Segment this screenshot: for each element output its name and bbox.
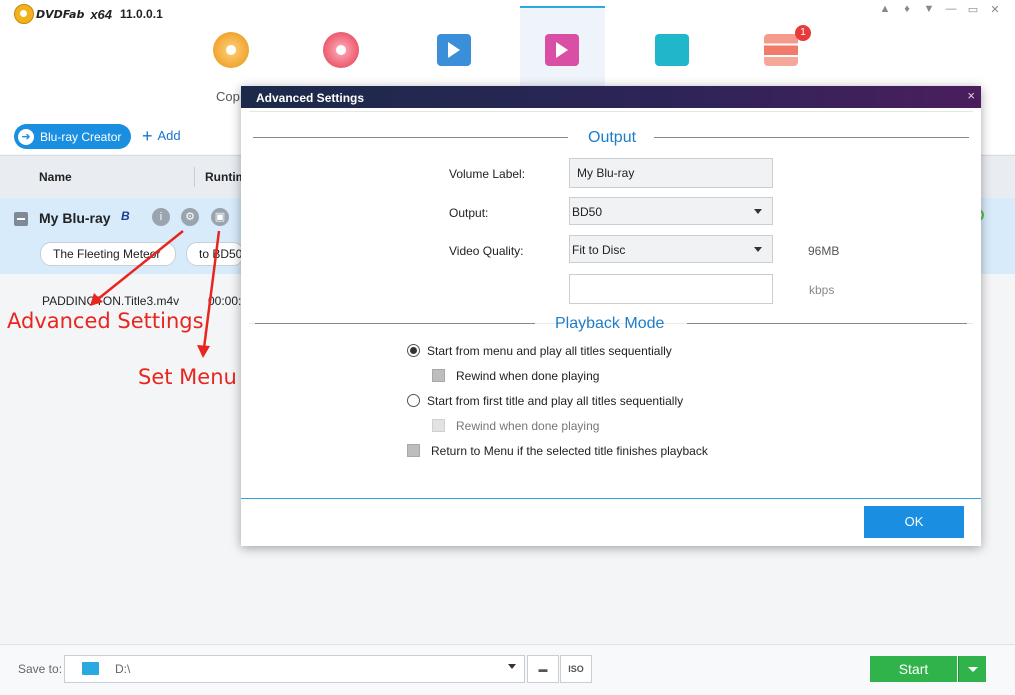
folder-icon bbox=[82, 662, 99, 675]
open-folder-icon: ▬ bbox=[538, 664, 548, 674]
radio-start-from-menu[interactable] bbox=[407, 344, 420, 357]
advanced-settings-dialog: Advanced Settings × Output Volume Label:… bbox=[241, 86, 981, 546]
bitrate-unit: kbps bbox=[809, 283, 835, 297]
checkbox-rewind-1[interactable] bbox=[432, 369, 445, 382]
output-section-rule-right bbox=[654, 137, 969, 138]
estimated-size: 96MB bbox=[808, 244, 840, 258]
video-quality-label: Video Quality: bbox=[449, 244, 524, 258]
browse-folder-button[interactable]: ▬ bbox=[527, 655, 559, 683]
annotation-advanced-settings: Advanced Settings bbox=[7, 309, 204, 333]
save-path-select[interactable] bbox=[64, 655, 525, 683]
dialog-title-bar: Advanced Settings × bbox=[241, 86, 981, 108]
playback-section-rule-left bbox=[255, 323, 535, 324]
playback-section-rule-right bbox=[687, 323, 967, 324]
checkbox-rewind-2 bbox=[432, 419, 445, 432]
output-section-rule-left bbox=[253, 137, 568, 138]
video-quality-select[interactable]: Fit to Disc bbox=[569, 235, 773, 263]
dialog-close-icon[interactable]: × bbox=[967, 88, 975, 103]
option-rewind-2: Rewind when done playing bbox=[456, 419, 600, 433]
dialog-top-divider bbox=[249, 111, 973, 112]
volume-label-label: Volume Label: bbox=[449, 167, 526, 181]
dialog-title: Advanced Settings bbox=[256, 91, 365, 105]
start-options-dropdown[interactable] bbox=[958, 656, 986, 682]
playback-section-title: Playback Mode bbox=[555, 315, 665, 332]
iso-icon: ISO bbox=[568, 664, 584, 674]
start-button[interactable]: Start bbox=[870, 656, 957, 682]
save-path-value: D:\ bbox=[115, 662, 131, 676]
chevron-down-icon[interactable] bbox=[508, 664, 516, 669]
video-quality-chevron-icon[interactable] bbox=[754, 247, 762, 252]
option-start-from-menu[interactable]: Start from menu and play all titles sequ… bbox=[427, 344, 672, 358]
arrowhead-set-menu bbox=[197, 345, 210, 358]
output-select[interactable]: BD50 bbox=[569, 197, 773, 225]
arrow-to-set-menu bbox=[202, 230, 221, 349]
save-to-label: Save to: bbox=[18, 662, 63, 676]
checkbox-return-to-menu[interactable] bbox=[407, 444, 420, 457]
output-label: Output: bbox=[449, 206, 489, 220]
bitrate-input[interactable] bbox=[569, 274, 773, 304]
output-chevron-icon[interactable] bbox=[754, 209, 762, 214]
radio-start-from-first-title[interactable] bbox=[407, 394, 420, 407]
save-iso-button[interactable]: ISO bbox=[560, 655, 592, 683]
option-start-from-first-title[interactable]: Start from first title and play all titl… bbox=[427, 394, 683, 408]
output-section-title: Output bbox=[588, 129, 637, 146]
option-return-to-menu[interactable]: Return to Menu if the selected title fin… bbox=[431, 444, 708, 458]
option-rewind-1[interactable]: Rewind when done playing bbox=[456, 369, 599, 383]
ok-button[interactable]: OK bbox=[864, 506, 964, 538]
volume-label-input[interactable]: My Blu-ray bbox=[569, 158, 773, 188]
arrow-to-advanced bbox=[97, 230, 184, 300]
annotation-set-menu: Set Menu bbox=[138, 365, 237, 389]
arrowhead-advanced bbox=[90, 293, 103, 306]
dialog-footer-divider bbox=[241, 498, 981, 499]
